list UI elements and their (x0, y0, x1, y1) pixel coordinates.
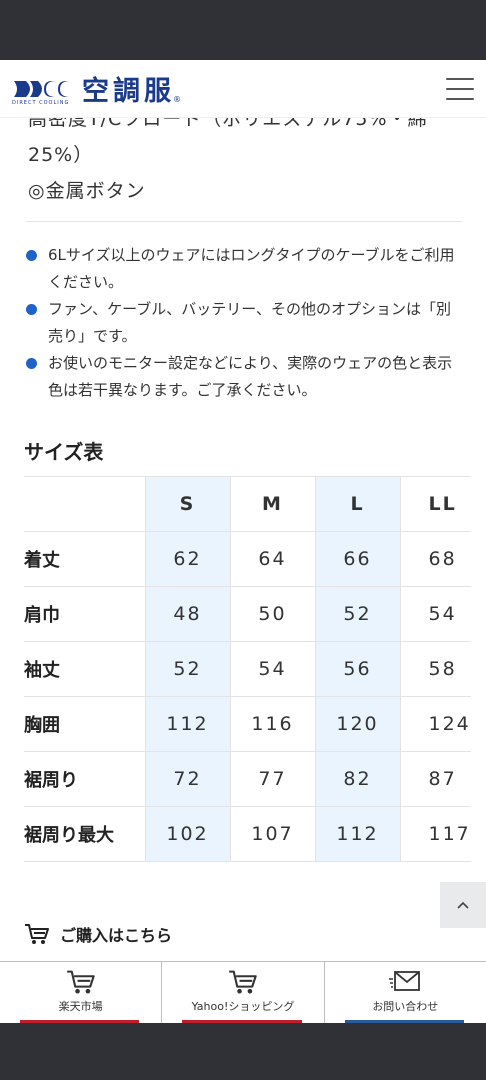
table-cell: 52 (144, 641, 230, 697)
size-column-header: L (314, 476, 400, 532)
nav-label: お問い合わせ (372, 1000, 439, 1013)
row-label: 肩巾 (24, 586, 145, 642)
scroll-to-top-button[interactable] (440, 882, 486, 928)
note-item: 6Lサイズ以上のウェアにはロングタイプのケーブルをご利用ください。 (24, 242, 464, 296)
table-cell: 72 (144, 751, 230, 807)
size-column-header: S (144, 476, 230, 532)
cart-icon (25, 924, 49, 944)
nav-yahoo[interactable]: Yahoo!ショッピング (162, 962, 325, 1023)
table-cell: 82 (314, 751, 400, 807)
table-row: 着丈 62 64 66 68 (24, 531, 471, 587)
system-status-bar (0, 0, 486, 60)
row-label: 着丈 (24, 531, 145, 587)
table-cell: 120 (314, 696, 400, 752)
table-cell: 56 (314, 641, 400, 697)
table-cell: 77 (229, 751, 315, 807)
table-cell: 50 (229, 586, 315, 642)
table-cell: 54 (229, 641, 315, 697)
table-cell: 54 (399, 586, 471, 642)
row-label: 裾周り (24, 751, 145, 807)
note-item: ファン、ケーブル、バッテリー、その他のオプションは「別売り」です。 (24, 296, 464, 350)
nav-label: 楽天市場 (58, 1000, 103, 1013)
notes-list: 6Lサイズ以上のウェアにはロングタイプのケーブルをご利用ください。 ファン、ケー… (24, 242, 464, 404)
site-header: 空調服 ® DIRECT COOLING (0, 60, 486, 118)
material-text-partial: 高密度T/Cツロード（ポリエステル75%・綿 (28, 118, 428, 130)
table-cell: 62 (144, 531, 230, 587)
table-row: 胸囲 112 116 120 124 (24, 696, 471, 752)
cart-icon (229, 970, 257, 994)
bottom-navigation: 楽天市場 Yahoo!ショッピング お問い合わせ (0, 961, 486, 1023)
table-cell: 58 (399, 641, 471, 697)
table-cell: 116 (229, 696, 315, 752)
logo-text: 空調服 (82, 76, 175, 107)
button-spec-text: ◎金属ボタン (28, 180, 146, 202)
table-cell: 66 (314, 531, 400, 587)
logo-subtext: DIRECT COOLING (12, 100, 70, 106)
table-row: 袖丈 52 54 56 58 (24, 641, 471, 697)
menu-line-icon (446, 97, 474, 100)
table-corner (24, 476, 145, 532)
table-row: 肩巾 48 50 52 54 (24, 586, 471, 642)
nav-rakuten[interactable]: 楽天市場 (0, 962, 163, 1023)
table-cell: 48 (144, 586, 230, 642)
size-table-title: サイズ表 (24, 440, 104, 464)
cart-icon (66, 970, 95, 994)
size-column-header: M (229, 476, 315, 532)
table-cell: 68 (399, 531, 471, 587)
table-cell: 117 (399, 806, 471, 862)
size-column-header: LL (399, 476, 471, 532)
table-cell: 124 (399, 696, 471, 752)
system-navigation-bar (0, 1023, 486, 1080)
menu-line-icon (446, 87, 474, 90)
chevron-up-icon (457, 901, 469, 909)
buy-link[interactable]: ご購入はこちら (24, 922, 172, 946)
hamburger-menu-button[interactable] (446, 77, 474, 100)
table-cell: 112 (144, 696, 230, 752)
buy-label: ご購入はこちら (60, 926, 173, 945)
row-label: 裾周り最大 (24, 806, 145, 862)
table-cell: 107 (229, 806, 315, 862)
material-text: 25%） (28, 144, 94, 166)
logo-mark-icon (14, 80, 70, 97)
section-divider (26, 221, 462, 222)
table-cell: 112 (314, 806, 400, 862)
table-header-row: S M L LL (24, 476, 471, 532)
note-item: お使いのモニター設定などにより、実際のウェアの色と表示色は若干異なります。ご了承… (24, 350, 464, 404)
table-cell: 52 (314, 586, 400, 642)
nav-contact[interactable]: お問い合わせ (325, 962, 486, 1023)
row-label: 袖丈 (24, 641, 145, 697)
menu-line-icon (446, 77, 474, 80)
page-content: 高密度T/Cツロード（ポリエステル75%・綿 25%） ◎金属ボタン 6Lサイズ… (0, 118, 486, 961)
size-table: S M L LL 着丈 62 64 66 68 肩巾 48 50 52 54 袖… (24, 476, 471, 862)
nav-label: Yahoo!ショッピング (191, 1000, 295, 1013)
row-label: 胸囲 (24, 696, 145, 752)
table-cell: 64 (229, 531, 315, 587)
table-cell: 102 (144, 806, 230, 862)
table-cell: 87 (399, 751, 471, 807)
table-row: 裾周り 72 77 82 87 (24, 751, 471, 807)
table-row: 裾周り最大 102 107 112 117 (24, 806, 471, 862)
mail-icon (389, 971, 421, 991)
registered-mark: ® (173, 95, 181, 104)
